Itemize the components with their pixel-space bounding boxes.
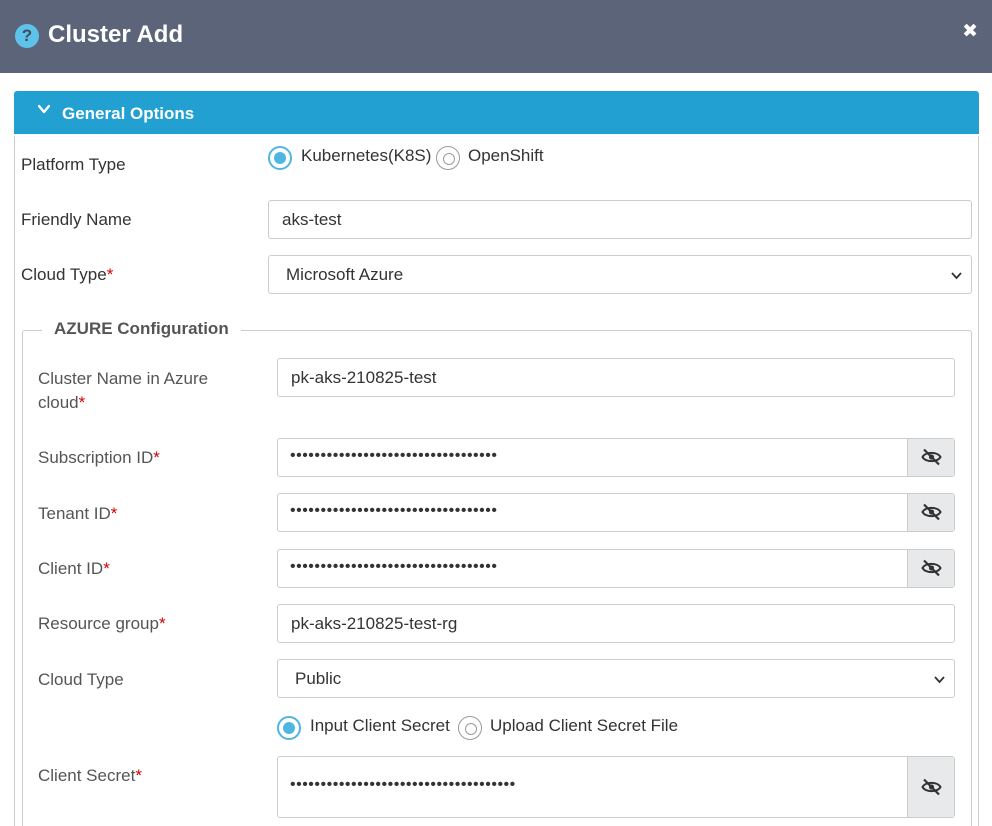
cluster-name-label: Cluster Name in Azure (38, 369, 209, 388)
azure-cloud-type-select[interactable]: Public (277, 659, 955, 698)
eye-slash-icon (921, 559, 942, 577)
toggle-visibility-button[interactable] (907, 550, 954, 587)
dialog-title: Cluster Add (48, 21, 184, 48)
tenant-id-input[interactable]: •••••••••••••••••••••••••••••••••• (277, 493, 955, 532)
friendly-name-label: Friendly Name (21, 210, 132, 229)
radio-upload-client-secret-label[interactable]: Upload Client Secret File (490, 716, 678, 736)
client-secret-value: ••••••••••••••••••••••••••••••••••••• (290, 776, 516, 793)
radio-kubernetes[interactable] (268, 146, 292, 170)
tenant-id-value: •••••••••••••••••••••••••••••••••• (290, 502, 498, 519)
radio-openshift-label[interactable]: OpenShift (468, 146, 544, 166)
tenant-id-label: Tenant ID* (38, 504, 118, 523)
subscription-id-label: Subscription ID* (38, 448, 160, 467)
resource-group-label: Resource group* (38, 614, 166, 633)
chevron-down-icon (934, 676, 945, 684)
section-title: General Options (62, 104, 195, 123)
required-mark: * (106, 265, 114, 284)
cluster-name-input[interactable]: pk-aks-210825-test (277, 358, 955, 397)
radio-kubernetes-label[interactable]: Kubernetes(K8S) (301, 146, 431, 166)
cloud-type-value: Microsoft Azure (286, 265, 404, 284)
close-icon[interactable]: ✖ (962, 20, 978, 43)
eye-slash-icon (921, 778, 942, 796)
question-circle-icon[interactable]: ? (15, 24, 39, 48)
cloud-type-select[interactable]: Microsoft Azure (268, 255, 972, 294)
general-options-header[interactable]: General Options (14, 91, 979, 134)
toggle-visibility-button[interactable] (907, 439, 954, 476)
dialog-titlebar: ? Cluster Add ✖ (0, 0, 992, 73)
toggle-visibility-button[interactable] (907, 494, 954, 531)
radio-input-client-secret-label[interactable]: Input Client Secret (310, 716, 450, 736)
azure-configuration-legend: AZURE Configuration (42, 319, 241, 339)
toggle-visibility-button[interactable] (907, 757, 954, 817)
client-secret-label: Client Secret* (38, 766, 142, 785)
eye-slash-icon (921, 503, 942, 521)
client-secret-input[interactable]: ••••••••••••••••••••••••••••••••••••• (277, 756, 955, 818)
radio-openshift[interactable] (436, 146, 460, 170)
radio-upload-client-secret[interactable] (458, 716, 482, 740)
cloud-type-label: Cloud Type* (21, 265, 114, 284)
chevron-down-icon (951, 272, 962, 280)
azure-cloud-type-value: Public (295, 669, 342, 688)
eye-slash-icon (921, 448, 942, 466)
resource-group-input[interactable]: pk-aks-210825-test-rg (277, 604, 955, 643)
client-id-value: •••••••••••••••••••••••••••••••••• (290, 558, 498, 575)
client-id-input[interactable]: •••••••••••••••••••••••••••••••••• (277, 549, 955, 588)
subscription-id-input[interactable]: •••••••••••••••••••••••••••••••••• (277, 438, 955, 477)
azure-cloud-type-label: Cloud Type (38, 670, 124, 689)
friendly-name-input[interactable]: aks-test (268, 200, 972, 239)
subscription-id-value: •••••••••••••••••••••••••••••••••• (290, 447, 498, 464)
radio-input-client-secret[interactable] (277, 716, 301, 740)
platform-type-label: Platform Type (21, 155, 126, 174)
client-id-label: Client ID* (38, 559, 110, 578)
chevron-down-icon (38, 104, 50, 114)
cluster-name-label-line2: cloud* (38, 393, 86, 412)
